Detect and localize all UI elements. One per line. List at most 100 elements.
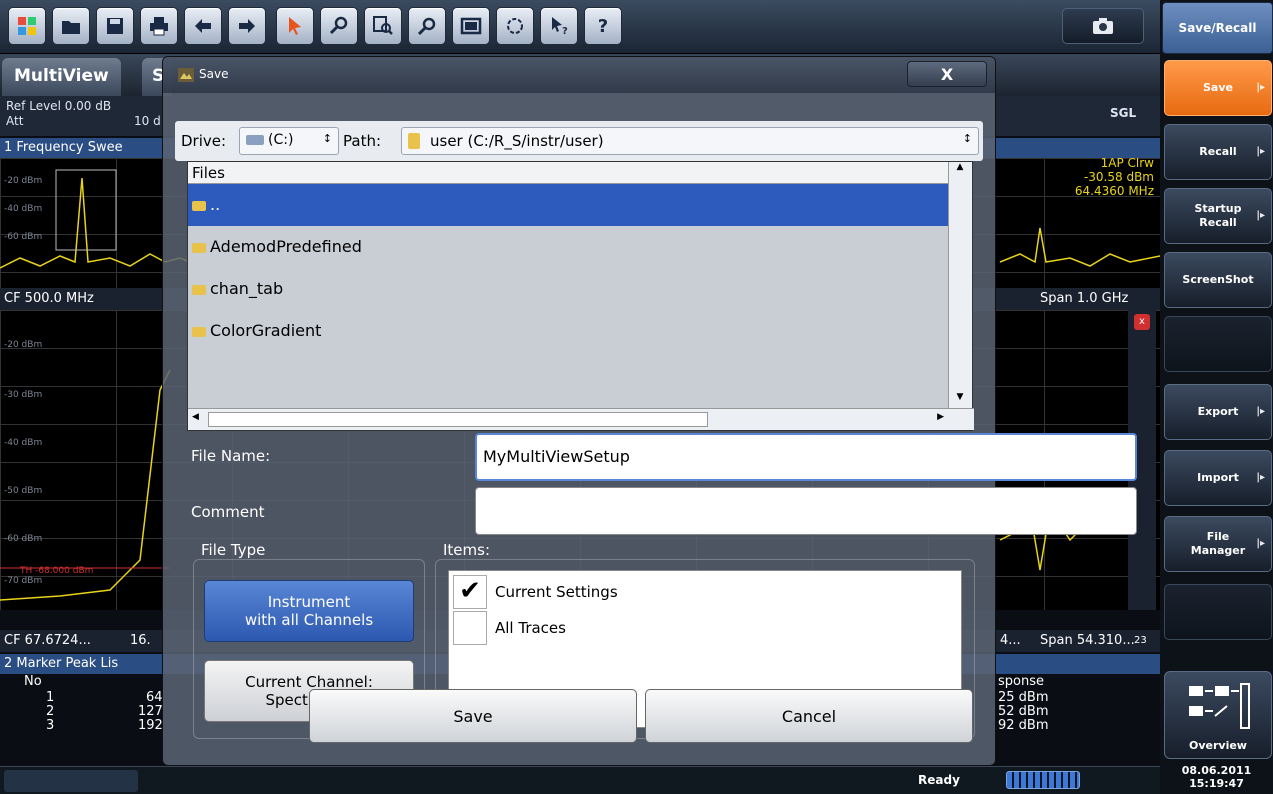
submenu-arrow-icon: |▸ [1256, 538, 1265, 549]
response-header: sponse [998, 674, 1044, 689]
span-2-prefix: 4... [1000, 633, 1021, 648]
response-value: 92 dBm [998, 718, 1049, 733]
softkey-label: Save [1203, 81, 1233, 94]
folder-icon [408, 133, 420, 149]
save-file-icon[interactable] [96, 7, 134, 45]
peak-row-no: 1 [46, 690, 55, 705]
tab-multiview[interactable]: MultiView [2, 58, 121, 96]
softkey-export[interactable]: Export |▸ [1164, 384, 1272, 440]
checkbox-empty[interactable] [453, 611, 487, 645]
full-screen-icon[interactable] [452, 7, 490, 45]
marker-frequency: 64.4360 MHz [1074, 184, 1154, 198]
sequencer-icon[interactable] [496, 7, 534, 45]
submenu-arrow-icon: |▸ [1256, 210, 1265, 221]
zoom-off-icon[interactable] [408, 7, 446, 45]
print-icon[interactable] [140, 7, 178, 45]
scroll-left-icon[interactable]: ◀ [192, 412, 199, 422]
item-all-traces[interactable]: All Traces [453, 611, 953, 645]
scroll-right-icon[interactable]: ▶ [937, 412, 944, 422]
path-select[interactable]: user (C:/R_S/instr/user) ↕ [401, 127, 979, 155]
att-value: 10 d [134, 114, 161, 128]
softkey-empty-4 [1164, 316, 1272, 372]
file-row[interactable]: .. [188, 184, 948, 226]
scroll-up-icon[interactable]: ▲ [949, 162, 971, 180]
undo-icon[interactable] [184, 7, 222, 45]
submenu-arrow-icon: |▸ [1256, 146, 1265, 157]
softkey-startup-recall[interactable]: Startup Recall |▸ [1164, 188, 1272, 244]
att-label: Att [6, 114, 24, 128]
folder-icon [192, 200, 206, 211]
toolbar: ? ? [0, 0, 1160, 54]
drive-path-row: Drive: (C:) ↕ Path: user (C:/R_S/instr/u… [175, 121, 983, 161]
button-text: Instrument with all Channels [244, 593, 374, 629]
drive-value: (C:) [268, 132, 294, 148]
submenu-arrow-icon: |▸ [1256, 82, 1265, 93]
vertical-scrollbar[interactable]: ▲ ▼ [948, 162, 972, 410]
span-1: Span 1.0 GHz [1040, 291, 1129, 306]
multiple-zoom-icon[interactable] [364, 7, 402, 45]
file-row[interactable]: AdemodPredefined [188, 226, 948, 268]
dialog-app-icon [178, 68, 194, 82]
overview-icon [1189, 683, 1250, 729]
softkey-save[interactable]: Save |▸ [1164, 60, 1272, 116]
folder-icon [192, 284, 206, 295]
svg-text:?: ? [562, 26, 568, 37]
file-row[interactable]: chan_tab [188, 268, 948, 310]
comment-input[interactable] [475, 487, 1137, 535]
drive-label: Drive: [181, 132, 227, 150]
overview-button[interactable]: Overview [1164, 671, 1272, 759]
center-frequency-1: CF 500.0 MHz [4, 291, 94, 306]
save-button[interactable]: Save [309, 689, 637, 743]
softkey-label: ScreenShot [1182, 273, 1254, 286]
screenshot-icon[interactable] [1062, 8, 1144, 44]
pointer-icon[interactable] [276, 7, 314, 45]
center-frequency-2b: 16. [130, 633, 151, 648]
zoom-icon[interactable] [320, 7, 358, 45]
response-value: 52 dBm [998, 704, 1049, 719]
status-message-area [4, 770, 138, 792]
checkmark-icon[interactable]: ✔ [453, 575, 487, 609]
date-time: 08.06.2011 15:19:47 [1160, 764, 1273, 790]
folder-icon [192, 242, 206, 253]
softkey-menu-title: Save/Recall [1162, 2, 1273, 54]
instrument-all-channels-button[interactable]: Instrument with all Channels [204, 580, 414, 642]
item-current-settings[interactable]: ✔ Current Settings [453, 575, 953, 609]
softkey-file-manager[interactable]: File Manager |▸ [1164, 516, 1272, 572]
drive-select[interactable]: (C:) ↕ [239, 127, 339, 155]
cancel-button[interactable]: Cancel [645, 689, 973, 743]
close-button[interactable]: X [907, 61, 987, 87]
files-column-header: Files [188, 162, 948, 184]
progress-indicator [1006, 771, 1080, 789]
submenu-arrow-icon: |▸ [1256, 472, 1265, 483]
horizontal-scrollbar[interactable]: ◀ ▶ [188, 408, 974, 430]
softkey-recall[interactable]: Recall |▸ [1164, 124, 1272, 180]
file-row[interactable]: ColorGradient [188, 310, 948, 352]
file-name-label: File Name: [191, 447, 271, 465]
softkey-screenshot[interactable]: ScreenShot [1164, 252, 1272, 308]
scroll-thumb[interactable] [208, 412, 708, 427]
ref-level-text: Ref Level 0.00 dB [6, 99, 112, 113]
trace-info: 1AP Clrw [1100, 158, 1154, 170]
close-diagram-icon[interactable]: x [1134, 314, 1150, 330]
path-label: Path: [343, 132, 382, 150]
file-name: .. [210, 195, 221, 214]
folder-icon [192, 326, 206, 337]
windows-logo-icon[interactable] [8, 7, 46, 45]
status-ready: Ready [918, 773, 960, 787]
response-value: 25 dBm [998, 690, 1049, 705]
redo-icon[interactable] [228, 7, 266, 45]
context-help-icon[interactable]: ? [540, 7, 578, 45]
drive-icon [246, 135, 264, 145]
overview-label: Overview [1189, 739, 1247, 752]
item-label: All Traces [495, 619, 566, 637]
time-text: 15:19:47 [1189, 777, 1244, 790]
comment-label: Comment [191, 503, 265, 521]
chevron-updown-icon: ↕ [962, 132, 972, 145]
softkey-label: Startup Recall [1194, 202, 1242, 229]
softkey-import[interactable]: Import |▸ [1164, 450, 1272, 506]
open-file-icon[interactable] [52, 7, 90, 45]
file-list[interactable]: Files .. AdemodPredefined chan_tab Color… [187, 161, 974, 431]
sgl-indicator: SGL [1110, 106, 1137, 120]
file-name-input[interactable]: MyMultiViewSetup [475, 433, 1137, 481]
help-icon[interactable]: ? [584, 7, 622, 45]
